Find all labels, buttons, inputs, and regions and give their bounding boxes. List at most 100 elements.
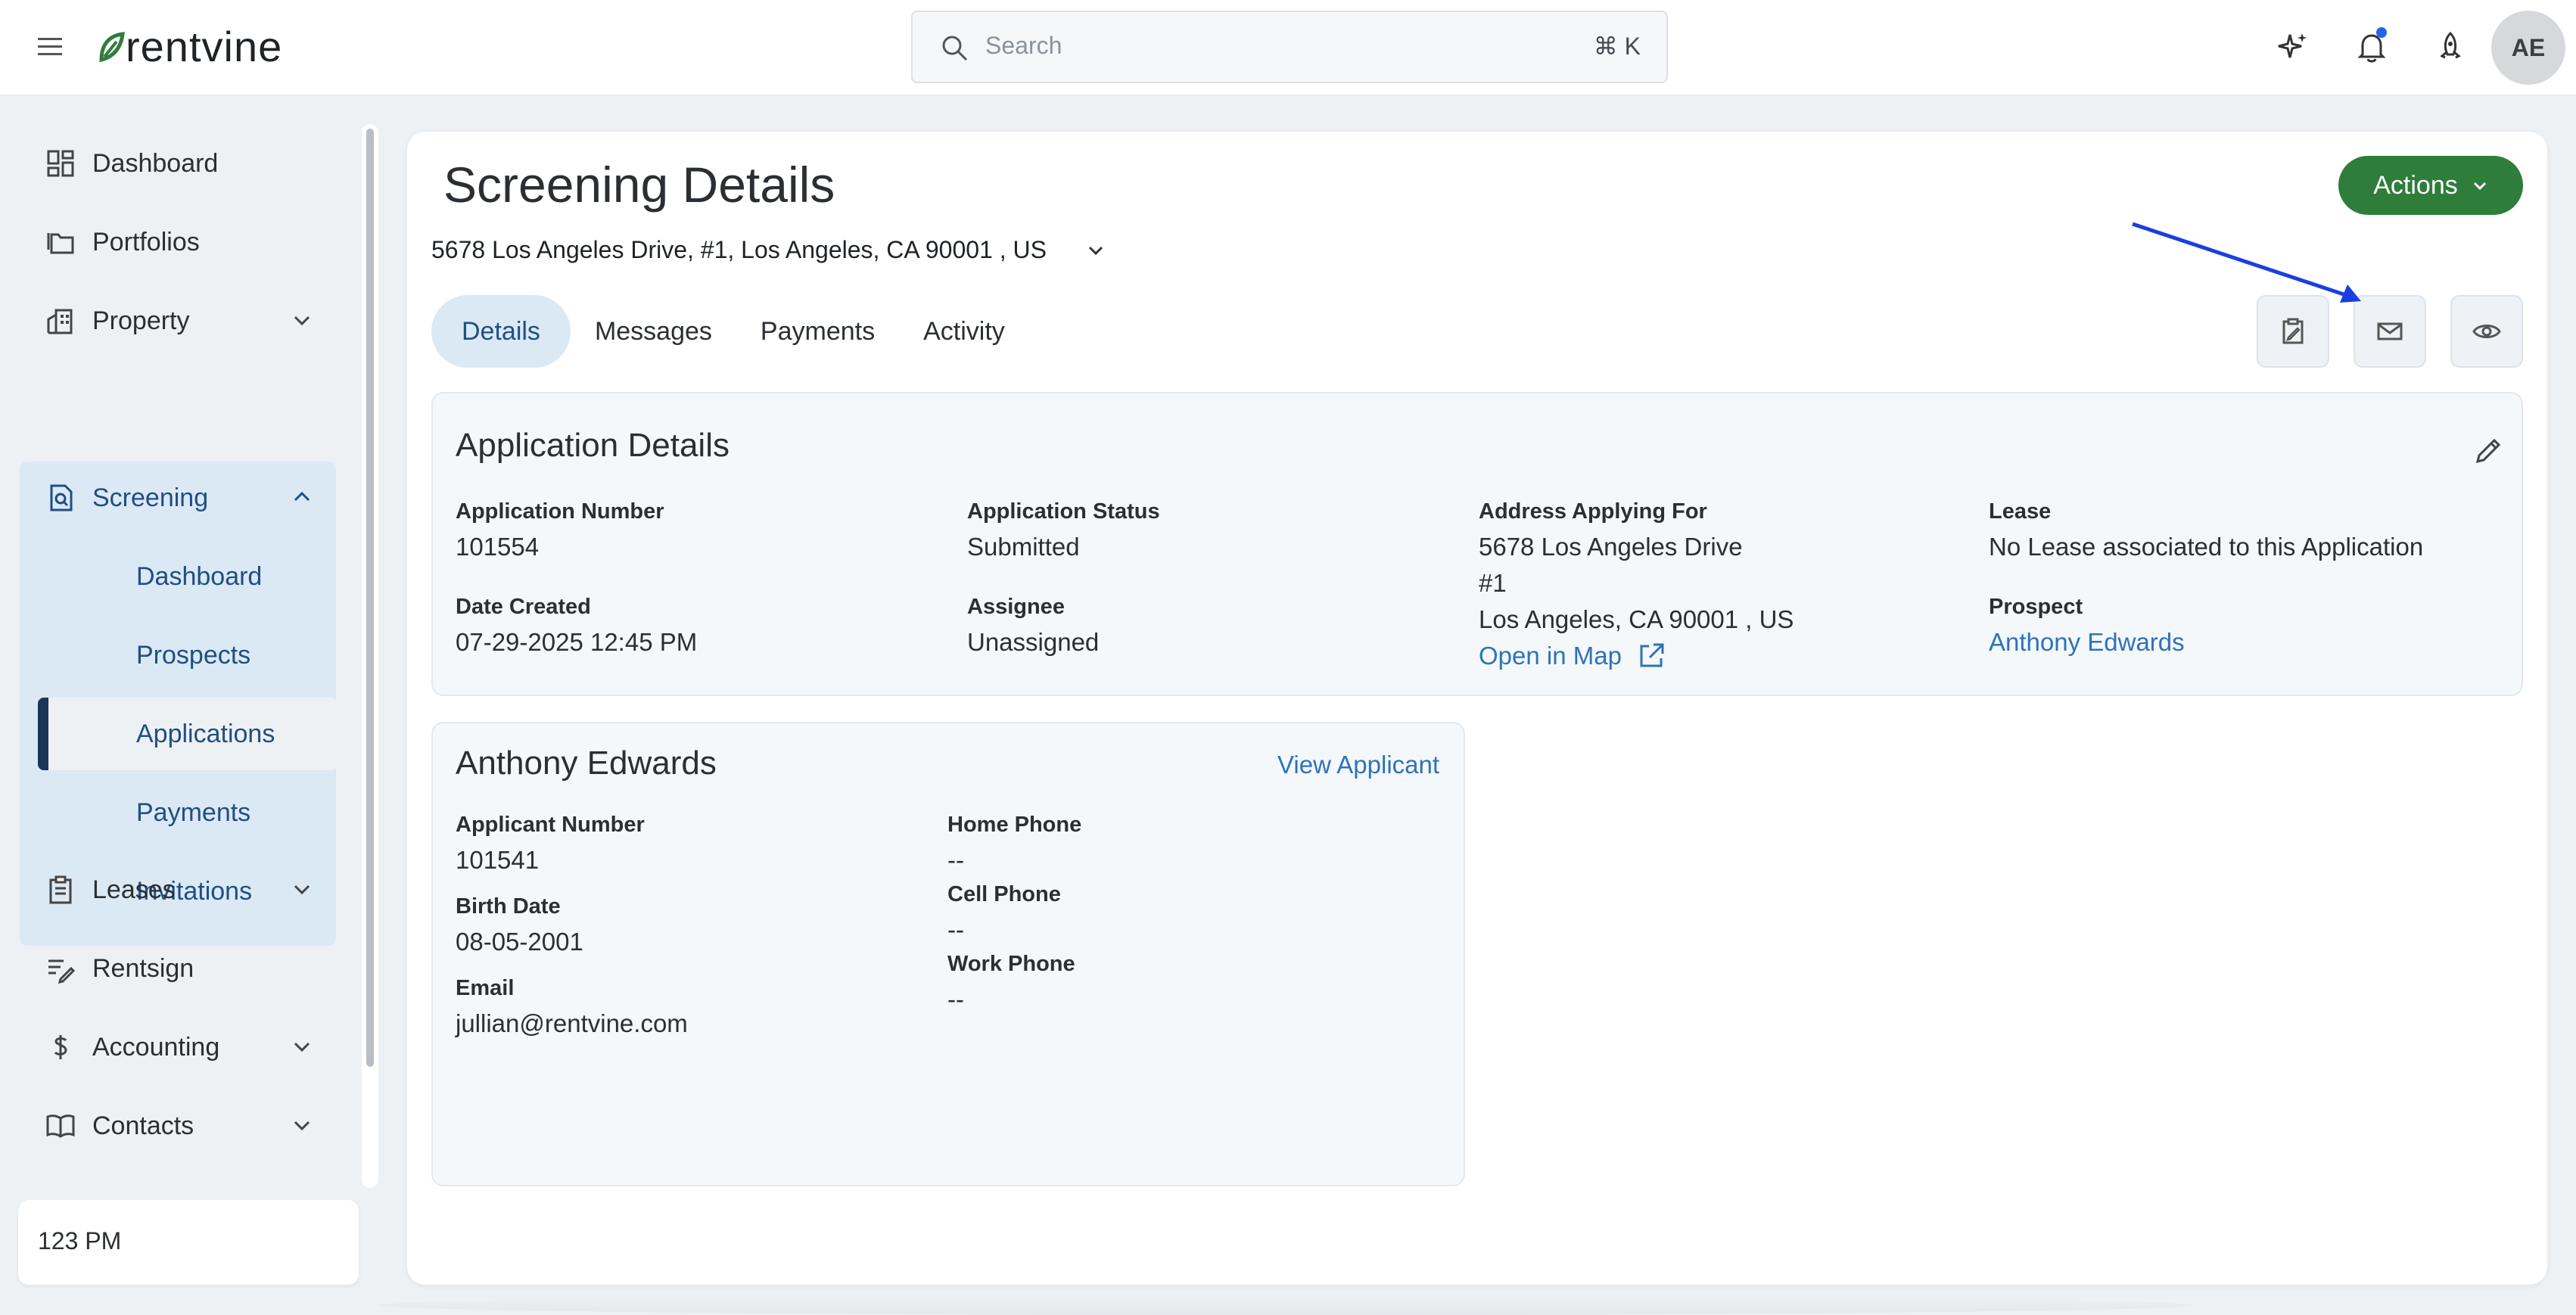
- dollar-icon: [45, 1032, 76, 1062]
- open-in-map-link[interactable]: Open in Map: [1479, 642, 1666, 670]
- assignee-label: Assignee: [967, 595, 1065, 619]
- search-icon: [940, 33, 970, 64]
- sidebar-item-portfolios[interactable]: Portfolios: [20, 206, 338, 278]
- tab-payments[interactable]: Payments: [736, 295, 899, 368]
- applicant-number-value: 101541: [456, 846, 540, 874]
- tab-bar: Details Messages Payments Activity: [431, 295, 1029, 368]
- address-applying-label: Address Applying For: [1479, 499, 1707, 524]
- clipboard-edit-icon: [2278, 316, 2308, 347]
- birth-date-label: Birth Date: [456, 894, 561, 919]
- open-in-map-label: Open in Map: [1479, 642, 1622, 670]
- subitem-label: Dashboard: [136, 561, 263, 591]
- sidebar-item-screening[interactable]: Screening: [20, 462, 338, 534]
- address-line1: 5678 Los Angeles Drive: [1479, 533, 1743, 561]
- sidebar: Dashboard Portfolios Property Screening …: [0, 95, 356, 1315]
- subitem-label: Prospects: [136, 640, 251, 670]
- top-bar: rentvine Search ⌘ K AE: [0, 0, 2576, 95]
- clipboard-icon: [45, 875, 76, 905]
- sidebar-item-label: Portfolios: [92, 227, 200, 256]
- panel-title: Application Details: [456, 427, 730, 464]
- chevron-down-icon: [2472, 177, 2488, 194]
- prospect-label: Prospect: [1989, 595, 2083, 619]
- application-number-label: Application Number: [456, 499, 664, 524]
- leaf-icon: [99, 32, 125, 63]
- chevron-down-icon: [291, 1114, 313, 1136]
- applicant-panel: Anthony Edwards View Applicant Applicant…: [431, 722, 1465, 1186]
- rocket-icon[interactable]: [2432, 29, 2469, 65]
- search-bar[interactable]: Search ⌘ K: [911, 11, 1668, 83]
- clock-widget: 123 PM: [18, 1200, 359, 1285]
- tab-messages[interactable]: Messages: [571, 295, 736, 368]
- chevron-down-icon: [291, 1035, 313, 1058]
- rentvine-logo[interactable]: rentvine: [97, 23, 282, 71]
- signature-icon: [45, 953, 76, 984]
- search-placeholder: Search: [985, 32, 1062, 59]
- sidebar-item-contacts[interactable]: Contacts: [20, 1090, 338, 1162]
- annotation-arrow: [2132, 222, 2361, 303]
- sidebar-subitem-payments[interactable]: Payments: [38, 776, 338, 849]
- tab-activity[interactable]: Activity: [899, 295, 1029, 368]
- application-status-label: Application Status: [967, 499, 1160, 524]
- work-phone-label: Work Phone: [947, 952, 1075, 976]
- avatar[interactable]: AE: [2491, 11, 2565, 85]
- sidebar-item-rentsign[interactable]: Rentsign: [20, 932, 338, 1005]
- tab-details[interactable]: Details: [431, 295, 571, 368]
- sidebar-item-accounting[interactable]: Accounting: [20, 1011, 338, 1083]
- application-status-value: Submitted: [967, 533, 1080, 561]
- bottom-shadow: [378, 1295, 2195, 1315]
- address-line3: Los Angeles, CA 90001 , US: [1479, 605, 1794, 633]
- work-phone-value: --: [947, 985, 964, 1013]
- sidebar-item-label: Accounting: [92, 1032, 220, 1062]
- mail-icon: [2375, 316, 2405, 347]
- actions-label: Actions: [2373, 170, 2458, 200]
- subitem-label: Applications: [136, 719, 275, 748]
- applicant-name: Anthony Edwards: [456, 745, 717, 782]
- folders-icon: [45, 227, 76, 257]
- prospect-link[interactable]: Anthony Edwards: [1989, 628, 2185, 657]
- subitem-label: Payments: [136, 797, 251, 827]
- application-details-panel: Application Details Application Number 1…: [431, 392, 2523, 696]
- date-created-value: 07-29-2025 12:45 PM: [456, 628, 698, 656]
- sidebar-item-label: Dashboard: [92, 148, 219, 178]
- sidebar-subitem-prospects[interactable]: Prospects: [38, 619, 338, 692]
- page-title: Screening Details: [443, 157, 835, 213]
- address-text: 5678 Los Angeles Drive, #1, Los Angeles,…: [431, 236, 1047, 263]
- cell-phone-value: --: [947, 916, 964, 944]
- sidebar-subitem-dashboard[interactable]: Dashboard: [38, 540, 338, 613]
- cell-phone-label: Cell Phone: [947, 882, 1061, 906]
- search-shortcut: ⌘ K: [1593, 33, 1641, 60]
- chevron-up-icon: [291, 486, 313, 508]
- home-phone-value: --: [947, 846, 964, 874]
- book-icon: [45, 1111, 76, 1141]
- notification-dot: [2376, 27, 2387, 38]
- address-selector[interactable]: 5678 Los Angeles Drive, #1, Los Angeles,…: [431, 236, 1107, 264]
- applicant-number-label: Applicant Number: [456, 813, 645, 837]
- sidebar-item-label: Property: [92, 306, 190, 335]
- email-value: jullian@rentvine.com: [456, 1009, 688, 1037]
- preview-button[interactable]: [2450, 295, 2523, 368]
- lease-value: No Lease associated to this Application: [1989, 533, 2424, 561]
- sidebar-item-property[interactable]: Property: [20, 284, 338, 357]
- menu-icon[interactable]: [33, 32, 67, 62]
- sparkle-icon[interactable]: [2275, 29, 2311, 65]
- lease-label: Lease: [1989, 499, 2052, 524]
- sidebar-item-dashboard[interactable]: Dashboard: [20, 127, 338, 200]
- sidebar-item-label: Leases: [92, 875, 176, 904]
- chevron-down-icon: [1084, 239, 1107, 262]
- grid-icon: [45, 148, 76, 179]
- sidebar-scrollbar-thumb[interactable]: [366, 129, 374, 1067]
- view-applicant-link[interactable]: View Applicant: [1277, 751, 1439, 779]
- application-number-value: 101554: [456, 533, 540, 561]
- sidebar-subitem-applications[interactable]: Applications: [38, 698, 338, 770]
- home-phone-label: Home Phone: [947, 813, 1082, 837]
- date-created-label: Date Created: [456, 595, 591, 619]
- external-link-icon: [1637, 642, 1666, 670]
- chevron-down-icon: [291, 309, 313, 331]
- logo-text: rentvine: [126, 23, 283, 70]
- actions-button[interactable]: Actions: [2338, 156, 2523, 215]
- assignee-value: Unassigned: [967, 628, 1100, 656]
- sidebar-item-leases[interactable]: Leases: [20, 853, 338, 926]
- clock-text: 123 PM: [38, 1227, 122, 1254]
- pencil-icon[interactable]: [2472, 434, 2505, 468]
- email-label: Email: [456, 976, 515, 1000]
